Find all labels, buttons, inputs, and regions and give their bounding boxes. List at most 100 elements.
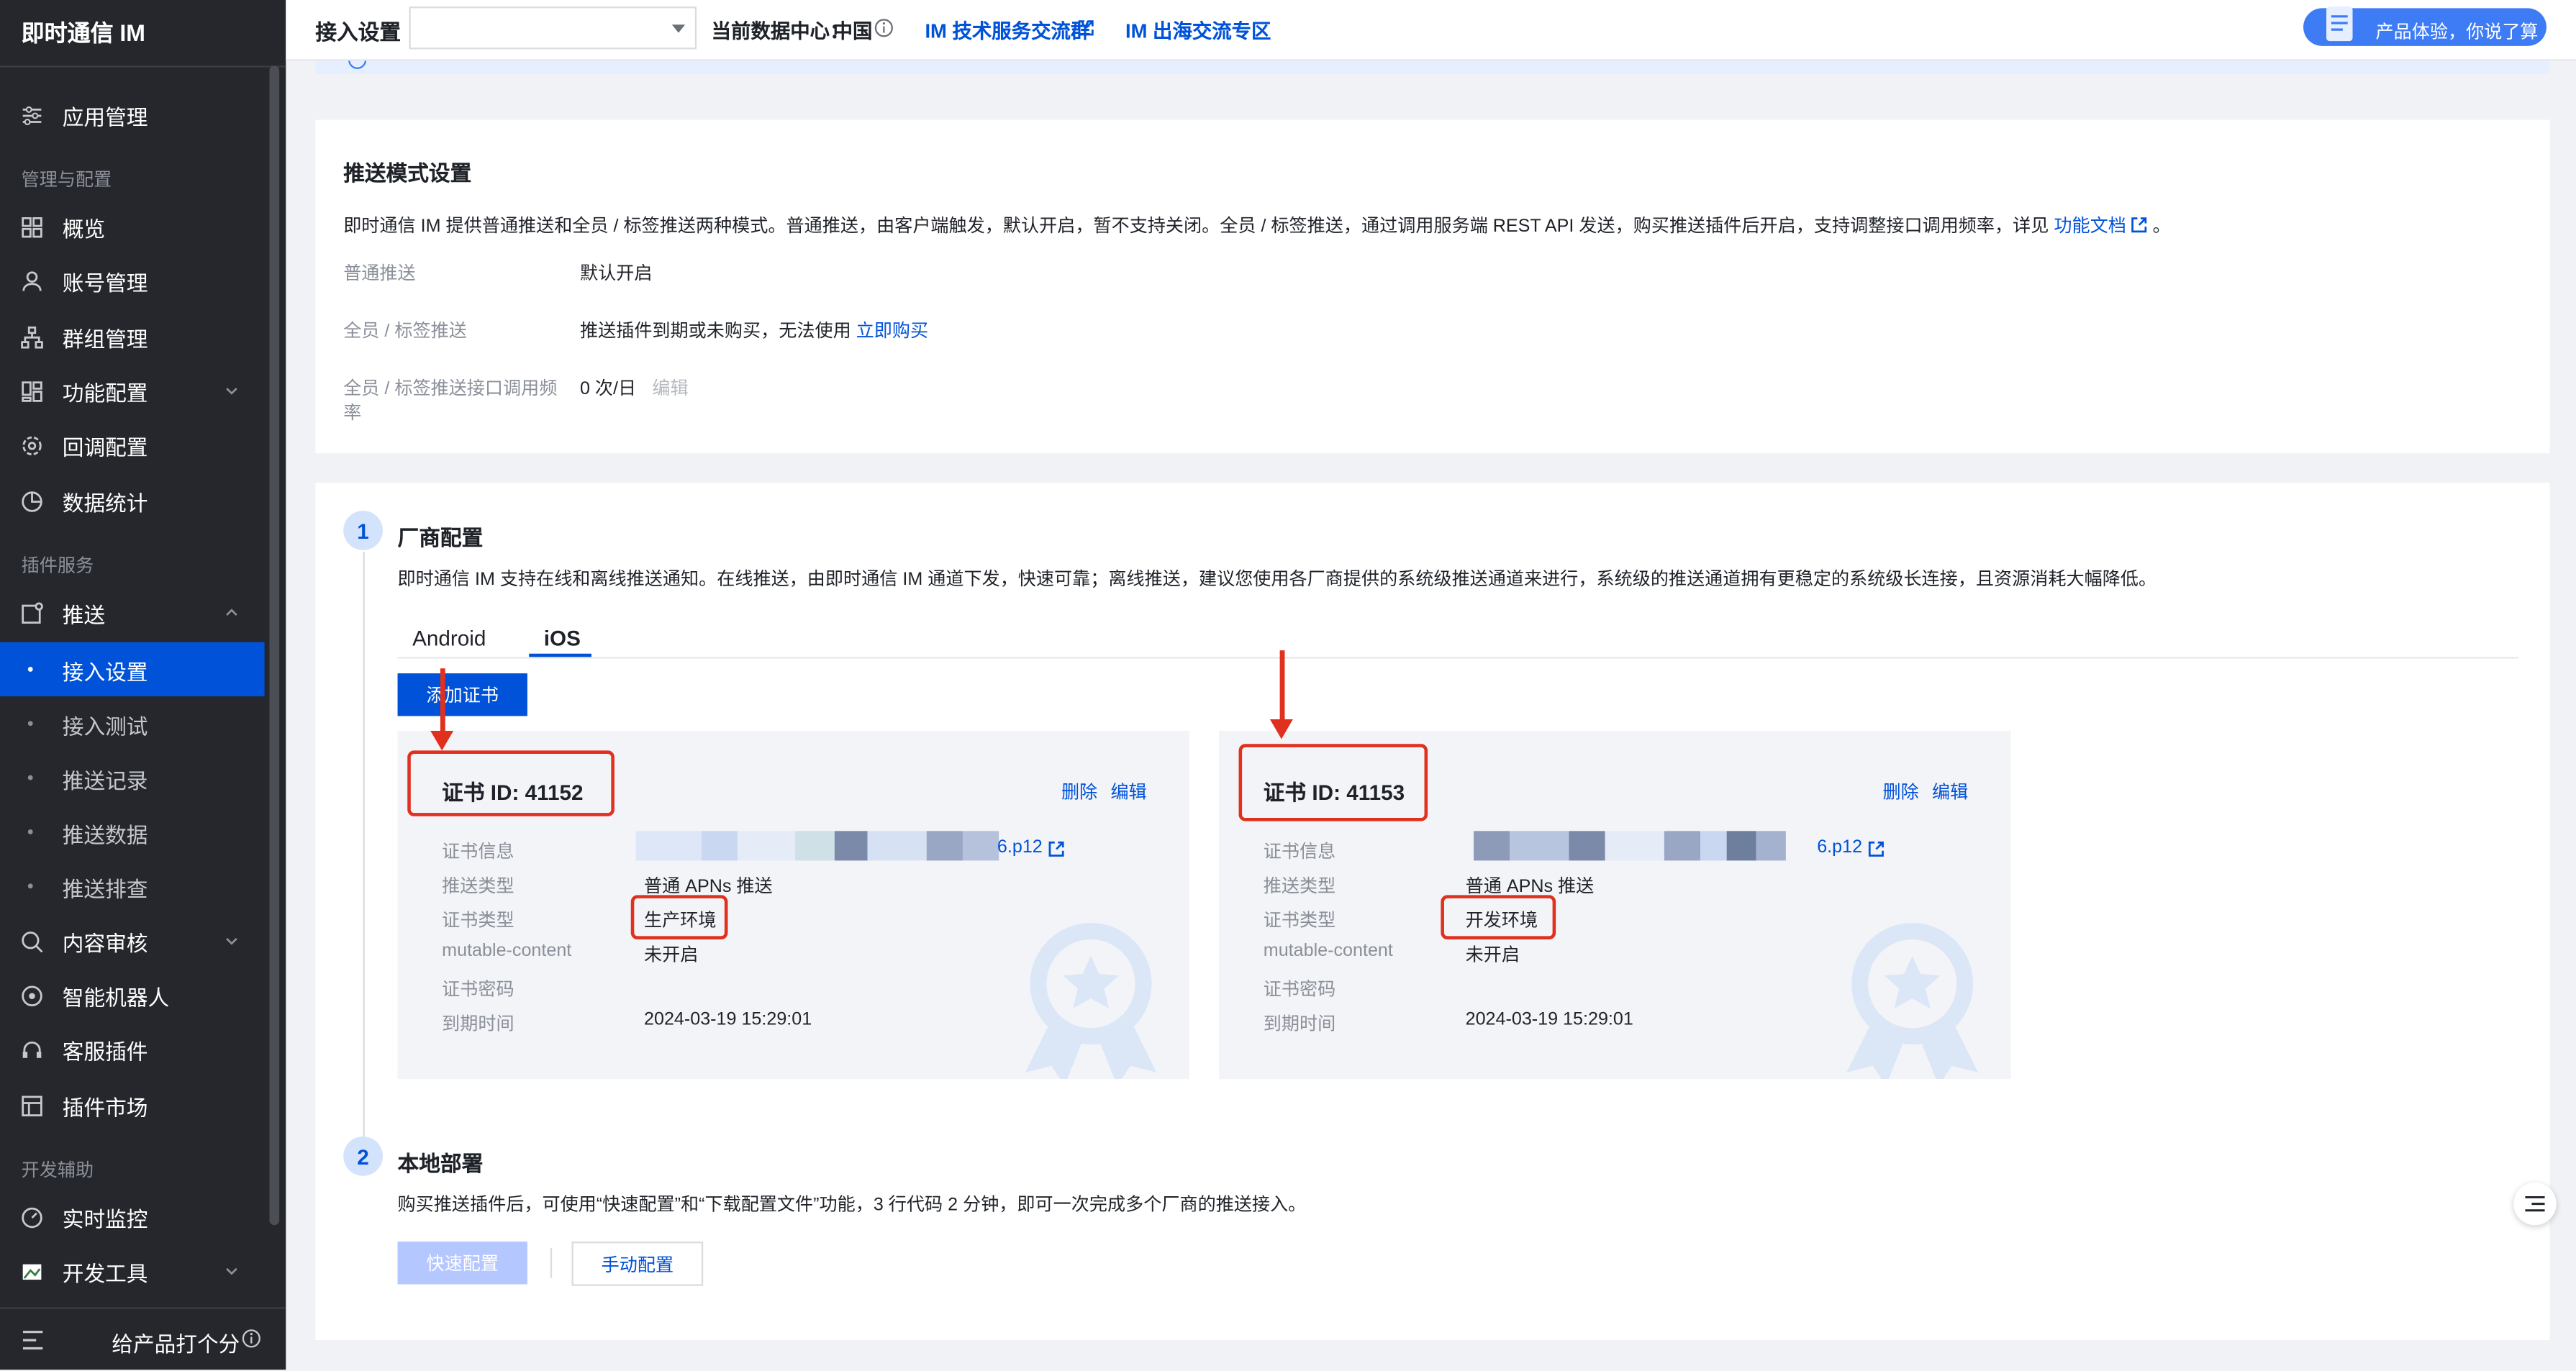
cert-type-label: 证书类型 xyxy=(1263,911,1336,932)
add-cert-button[interactable]: 添加证书 xyxy=(397,673,527,716)
sidebar-item-callback[interactable]: 回调配置 xyxy=(0,419,265,473)
sidebar-scrollbar[interactable] xyxy=(269,65,280,1226)
button-divider xyxy=(550,1248,553,1278)
certificate-badge-icon xyxy=(1846,923,1978,1080)
vendor-config-title: 厂商配置 xyxy=(397,525,484,550)
sidebar-item-app-manage[interactable]: 应用管理 xyxy=(0,88,265,142)
cert-edit-link[interactable]: 编辑 xyxy=(1932,778,1968,805)
redacted-filename xyxy=(635,831,999,861)
push-mode-desc-text: 即时通信 IM 提供普通推送和全员 / 标签推送两种模式。普通推送，由客户端触发… xyxy=(343,217,2049,237)
rate-limit-value: 0 次/日 xyxy=(579,379,637,399)
bullet-icon xyxy=(27,829,33,834)
push-type-label: 推送类型 xyxy=(1263,877,1336,897)
sidebar-item-label: 回调配置 xyxy=(62,435,148,460)
mutable-content-value: 未开启 xyxy=(644,946,699,966)
chevron-up-icon xyxy=(226,609,237,616)
push-type-label: 推送类型 xyxy=(442,877,514,897)
sidebar-item-label: 开发工具 xyxy=(62,1261,148,1286)
sidebar-item-dev-tools[interactable]: 开发工具 xyxy=(0,1245,265,1299)
sidebar-item-feature[interactable]: 功能配置 xyxy=(0,365,265,419)
info-icon[interactable] xyxy=(874,18,894,37)
cert-edit-link[interactable]: 编辑 xyxy=(1110,778,1146,805)
sidebar-item-label: 数据统计 xyxy=(62,491,148,516)
certificate-badge-icon xyxy=(1025,923,1157,1080)
sidebar-item-ai-robot[interactable]: 智能机器人 xyxy=(0,969,265,1023)
sidebar-subitem-label: 推送排查 xyxy=(62,877,148,902)
sidebar-subitem-push-records[interactable]: 推送记录 xyxy=(0,750,265,804)
vendor-config-description: 即时通信 IM 支持在线和离线推送通知。在线推送，由即时通信 IM 通道下发，快… xyxy=(397,570,2157,590)
caret-down-icon xyxy=(671,24,686,33)
cert-password-label: 证书密码 xyxy=(442,980,514,1001)
datacenter-label: 当前数据中心： xyxy=(711,19,850,43)
push-mode-description: 即时通信 IM 提供普通推送和全员 / 标签推送两种模式。普通推送，由客户端触发… xyxy=(343,212,2171,239)
dashboard-icon xyxy=(22,381,42,402)
manual-config-button[interactable]: 手动配置 xyxy=(571,1242,704,1286)
sidebar-subitem-label: 接入测试 xyxy=(62,714,148,739)
rate-product-link[interactable]: 给产品打个分 xyxy=(112,1327,240,1358)
tech-group-link[interactable]: IM 技术服务交流群 xyxy=(925,17,1090,45)
sidebar-item-account[interactable]: 账号管理 xyxy=(0,255,265,309)
sidebar-item-label: 推送 xyxy=(62,602,106,628)
rate-limit-edit-link[interactable]: 编辑 xyxy=(652,375,688,401)
cert-file-link[interactable]: 6.p12 xyxy=(997,837,1043,857)
notice-banner xyxy=(315,60,2550,74)
menu-collapse-icon[interactable] xyxy=(22,1330,45,1350)
step-connector xyxy=(363,552,365,1137)
cert-delete-link[interactable]: 删除 xyxy=(1883,778,1919,805)
robot-icon xyxy=(22,985,42,1006)
sliders-icon xyxy=(22,106,42,126)
annotation-box-cert-id-1 xyxy=(407,750,614,816)
info-icon xyxy=(242,1329,260,1348)
app-select[interactable] xyxy=(409,6,697,50)
sidebar-item-group[interactable]: 群组管理 xyxy=(0,311,265,365)
user-icon xyxy=(22,271,42,291)
expiry-value: 2024-03-19 15:29:01 xyxy=(1465,1010,1633,1030)
redacted-filename xyxy=(1474,831,1786,861)
sidebar-item-label: 实时监控 xyxy=(62,1207,148,1232)
sidebar-item-label: 账号管理 xyxy=(62,270,148,296)
sidebar-subitem-label: 接入设置 xyxy=(62,660,148,686)
sidebar-item-label: 内容审核 xyxy=(62,931,148,956)
broadcast-push-status: 推送插件到期或未购买，无法使用 xyxy=(579,322,851,342)
cert-info-label: 证书信息 xyxy=(1263,842,1336,862)
sidebar-item-customer-service[interactable]: 客服插件 xyxy=(0,1023,265,1077)
external-link-icon xyxy=(2131,217,2147,233)
sidebar-subitem-push-troubleshoot[interactable]: 推送排查 xyxy=(0,859,265,913)
broadcast-push-label: 全员 / 标签推送 xyxy=(343,322,467,342)
sidebar-item-push[interactable]: 推送 xyxy=(0,586,265,640)
mutable-content-value: 未开启 xyxy=(1465,946,1520,966)
grid-icon xyxy=(22,217,42,238)
app-title[interactable]: 即时通信 IM xyxy=(0,0,286,68)
sidebar-subitem-push-data[interactable]: 推送数据 xyxy=(0,805,265,859)
floating-toc-button[interactable] xyxy=(2513,1182,2557,1226)
sidebar-item-overview[interactable]: 概览 xyxy=(0,201,265,255)
document-icon xyxy=(2326,6,2353,42)
quick-config-button[interactable]: 快速配置 xyxy=(397,1242,527,1285)
cert-info-label: 证书信息 xyxy=(442,842,514,862)
sidebar-subitem-access-test[interactable]: 接入测试 xyxy=(0,696,265,750)
sidebar-subitem-access-settings[interactable]: 接入设置 xyxy=(0,642,265,697)
callback-gear-icon xyxy=(22,436,42,456)
buy-now-link[interactable]: 立即购买 xyxy=(856,322,928,342)
external-link-icon xyxy=(1048,841,1064,857)
feedback-button[interactable]: 产品体验，你说了算 xyxy=(2303,6,2546,46)
cert-delete-link[interactable]: 删除 xyxy=(1061,778,1097,805)
push-mode-card xyxy=(315,119,2550,454)
tab-android[interactable]: Android xyxy=(412,626,486,650)
sidebar-item-plugin-market[interactable]: 插件市场 xyxy=(0,1079,265,1133)
overseas-link[interactable]: IM 出海交流专区 xyxy=(1125,17,1271,45)
tab-ios[interactable]: iOS xyxy=(544,626,581,650)
sidebar-subitem-label: 推送数据 xyxy=(62,822,148,848)
external-link-icon xyxy=(1078,20,1094,36)
cert-file-link[interactable]: 6.p12 xyxy=(1817,837,1862,857)
local-deploy-title: 本地部署 xyxy=(397,1151,484,1176)
sidebar-item-content-audit[interactable]: 内容审核 xyxy=(0,915,265,969)
push-icon xyxy=(22,602,43,624)
sidebar-item-monitor[interactable]: 实时监控 xyxy=(0,1190,265,1244)
sidebar-item-stats[interactable]: 数据统计 xyxy=(0,475,265,529)
cert-type-label: 证书类型 xyxy=(442,911,514,932)
expiry-value: 2024-03-19 15:29:01 xyxy=(644,1010,812,1030)
feature-doc-link[interactable]: 功能文档 xyxy=(2054,217,2126,236)
sidebar: 即时通信 IM 应用管理 管理与配置 概览 账号管理 群组管理 功能配置 回调配… xyxy=(0,0,286,1370)
tab-active-indicator xyxy=(529,653,591,657)
